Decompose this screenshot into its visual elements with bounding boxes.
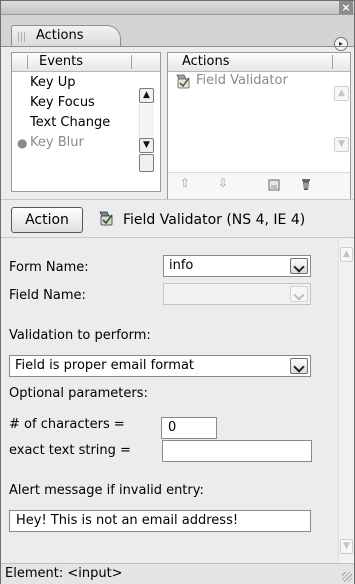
- column-separator: [332, 55, 333, 69]
- events-pane: Events Key Up Key Focus Text Change ● Key…: [11, 52, 161, 192]
- list-item[interactable]: Key Focus: [30, 95, 95, 111]
- scroll-up-button[interactable]: ▲: [340, 247, 353, 262]
- actions-toolbar: ⇧ ⇩: [168, 172, 350, 199]
- grip-icon[interactable]: [18, 32, 26, 42]
- scroll-down-button[interactable]: ▼: [139, 138, 154, 153]
- list-item[interactable]: ● Key Blur: [17, 135, 84, 151]
- optional-parameters-label: Optional parameters:: [9, 386, 148, 401]
- validation-select[interactable]: Field is proper email format: [9, 355, 311, 377]
- close-icon[interactable]: ×: [339, 1, 353, 14]
- column-separator: [27, 55, 28, 69]
- field-name-select[interactable]: [163, 283, 311, 305]
- field-validator-icon: [99, 211, 113, 226]
- exact-text-label: exact text string =: [9, 443, 131, 458]
- chevron-down-icon[interactable]: [290, 258, 308, 274]
- divider: [1, 46, 354, 47]
- list-item[interactable]: Field Validator: [174, 73, 334, 91]
- field-validator-icon: [176, 74, 190, 89]
- scroll-thumb[interactable]: [139, 154, 154, 172]
- exact-text-input[interactable]: [162, 440, 312, 462]
- panel-tab-strip: Actions ▸: [1, 15, 354, 51]
- event-label: Text Change: [30, 115, 111, 130]
- events-scrollbar[interactable]: [139, 104, 154, 138]
- behavior-title: Field Validator (NS 4, IE 4): [123, 212, 306, 228]
- tab-actions-label: Actions: [36, 28, 84, 43]
- behavior-properties: Form Name: info Field Name: Validation t…: [1, 239, 338, 563]
- save-icon[interactable]: [268, 179, 280, 191]
- chevron-down-icon[interactable]: [290, 286, 308, 302]
- tab-actions[interactable]: Actions: [11, 25, 121, 47]
- field-name-label: Field Name:: [9, 288, 86, 303]
- chevron-down-icon[interactable]: [290, 358, 308, 374]
- move-up-icon[interactable]: ⇧: [180, 176, 190, 190]
- scroll-up-button[interactable]: ▲: [139, 88, 154, 103]
- title-bar: ×: [1, 1, 354, 15]
- validation-value: Field is proper email format: [15, 358, 195, 373]
- validation-label: Validation to perform:: [9, 328, 151, 343]
- status-bar: Element: <input>: [1, 563, 354, 584]
- form-name-label: Form Name:: [9, 260, 89, 275]
- actions-column-header[interactable]: Actions: [168, 53, 350, 72]
- form-name-value: info: [169, 258, 194, 273]
- action-item-label: Field Validator: [196, 73, 288, 88]
- event-label: Key Blur: [30, 135, 84, 150]
- events-column-header[interactable]: Events: [12, 53, 160, 72]
- move-down-icon[interactable]: ⇩: [218, 176, 228, 190]
- panel-menu-icon[interactable]: ▸: [334, 37, 348, 51]
- form-name-select[interactable]: info: [163, 255, 311, 277]
- alert-message-input[interactable]: Hey! This is not an email address!: [9, 510, 311, 532]
- bullet-icon: ●: [17, 136, 28, 150]
- event-label: Key Up: [30, 75, 76, 90]
- scroll-down-button[interactable]: ▼: [340, 539, 353, 554]
- actions-panel-window: × Actions ▸ Events Key Up Key Focus Text…: [0, 0, 355, 584]
- scroll-up-button[interactable]: ▲: [334, 86, 349, 101]
- trash-icon[interactable]: [300, 177, 312, 191]
- events-header-label: Events: [39, 54, 84, 69]
- element-tag-status: Element: <input>: [5, 566, 123, 581]
- list-item[interactable]: Text Change: [30, 115, 110, 131]
- action-bar: Action Field Validator (NS 4, IE 4): [1, 199, 354, 238]
- characters-input[interactable]: 0: [161, 417, 217, 439]
- column-separator: [131, 55, 132, 69]
- alert-message-label: Alert message if invalid entry:: [9, 483, 204, 498]
- resize-grip-icon[interactable]: [342, 572, 352, 582]
- list-item[interactable]: Key Up: [30, 75, 75, 91]
- action-button[interactable]: Action: [11, 207, 83, 233]
- scroll-down-button[interactable]: ▼: [334, 137, 349, 152]
- characters-label: # of characters =: [9, 417, 125, 432]
- event-label: Key Focus: [30, 95, 95, 110]
- actions-header-label: Actions: [182, 54, 230, 69]
- properties-scrollbar[interactable]: ▲ ▼: [338, 239, 354, 563]
